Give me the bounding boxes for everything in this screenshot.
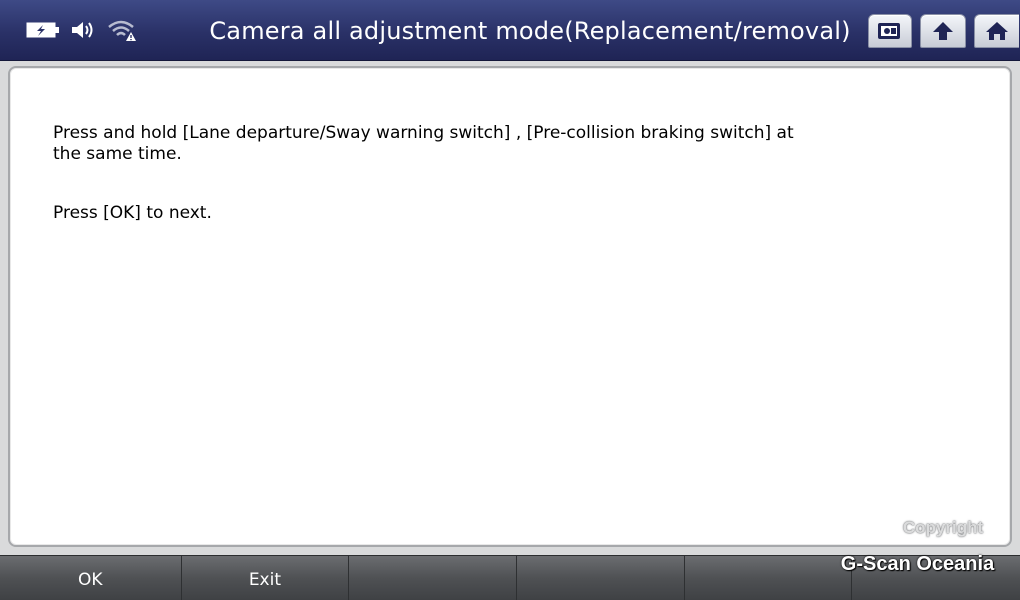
instruction-text: Press and hold [Lane departure/Sway warn…	[53, 102, 953, 262]
brand-watermark: G-Scan Oceania	[840, 553, 995, 575]
function-key-5[interactable]	[685, 556, 853, 600]
back-arrow-icon	[931, 20, 955, 42]
ok-button[interactable]: OK	[0, 556, 182, 600]
copyright-watermark: Copyright	[902, 518, 984, 537]
instruction-line-hold-switches: Press and hold [Lane departure/Sway warn…	[53, 123, 794, 164]
home-button[interactable]	[974, 14, 1019, 48]
screenshot-icon	[877, 21, 903, 41]
back-button[interactable]	[920, 14, 966, 48]
function-key-4[interactable]	[517, 556, 685, 600]
instruction-line-press-ok: Press [OK] to next.	[53, 203, 212, 223]
home-icon	[984, 20, 1010, 42]
title-bar: Camera all adjustment mode(Replacement/r…	[0, 0, 1020, 61]
function-key-3[interactable]	[349, 556, 517, 600]
screen-title: Camera all adjustment mode(Replacement/r…	[209, 17, 851, 45]
exit-button[interactable]: Exit	[182, 556, 350, 600]
screenshot-button[interactable]	[868, 14, 912, 48]
